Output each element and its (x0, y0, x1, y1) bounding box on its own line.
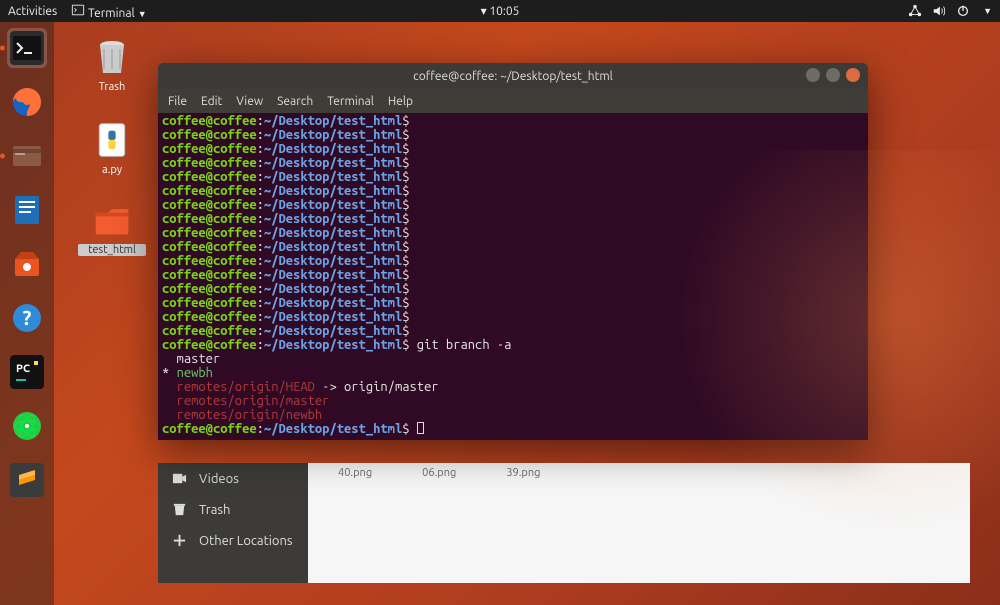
menu-search[interactable]: Search (277, 95, 313, 108)
file-label[interactable]: 06.png (422, 467, 456, 479)
terminal-icon (71, 3, 85, 17)
menu-terminal[interactable]: Terminal (327, 95, 374, 108)
desktop-test-html[interactable]: test_html (78, 198, 146, 256)
clock[interactable]: ▾ 10:05 (481, 4, 520, 18)
activities-button[interactable]: Activities (8, 5, 57, 18)
window-close-button[interactable] (846, 68, 860, 82)
menu-help[interactable]: Help (388, 95, 413, 108)
terminal-menubar: File Edit View Search Terminal Help (158, 89, 868, 113)
dock-firefox[interactable] (7, 82, 47, 122)
window-maximize-button[interactable] (826, 68, 840, 82)
dock-pycharm[interactable]: PC (7, 352, 47, 392)
dock: ? PC (0, 22, 54, 605)
top-bar: Activities Terminal▼ ▾ 10:05 ▼ (0, 0, 1000, 22)
terminal-window: coffee@coffee: ~/Desktop/test_html File … (158, 63, 868, 440)
app-menu[interactable]: Terminal▼ (71, 3, 146, 20)
dock-sublime[interactable] (7, 460, 47, 500)
dock-terminal[interactable] (7, 28, 47, 68)
files-sidebar: Videos Trash Other Locations (158, 463, 308, 583)
window-titlebar[interactable]: coffee@coffee: ~/Desktop/test_html (158, 63, 868, 89)
menu-edit[interactable]: Edit (201, 95, 222, 108)
desktop-icon-label: test_html (78, 244, 146, 256)
desktop-apy[interactable]: a.py (78, 118, 146, 176)
file-label[interactable]: 39.png (506, 467, 540, 479)
menu-view[interactable]: View (236, 95, 263, 108)
dock-software[interactable] (7, 244, 47, 284)
desktop-icon-label: Trash (78, 81, 146, 93)
menu-file[interactable]: File (168, 95, 187, 108)
window-title: coffee@coffee: ~/Desktop/test_html (413, 70, 613, 83)
plus-icon (172, 533, 187, 548)
svg-text:PC: PC (16, 363, 30, 375)
svg-text:?: ? (23, 306, 32, 329)
chevron-down-icon: ▼ (983, 6, 992, 16)
video-icon (172, 471, 187, 486)
volume-icon[interactable] (932, 4, 946, 18)
sidebar-item-label: Trash (199, 503, 230, 517)
window-minimize-button[interactable] (806, 68, 820, 82)
power-icon[interactable] (956, 4, 970, 18)
sidebar-item-label: Videos (199, 472, 239, 486)
sidebar-item-videos[interactable]: Videos (158, 463, 308, 494)
dock-files[interactable] (7, 136, 47, 176)
desktop-icon-label: a.py (78, 164, 146, 176)
sidebar-item-other[interactable]: Other Locations (158, 525, 308, 556)
terminal-body[interactable]: coffee@coffee:~/Desktop/test_html$ coffe… (158, 113, 868, 440)
trash-icon (172, 502, 187, 517)
network-icon[interactable] (908, 4, 922, 18)
desktop-trash[interactable]: Trash (78, 35, 146, 93)
python-file-icon (90, 118, 134, 162)
dock-atom[interactable] (7, 406, 47, 446)
files-body[interactable]: 40.png 06.png 39.png (308, 463, 970, 583)
chevron-down-icon: ▼ (138, 9, 147, 19)
sidebar-item-trash[interactable]: Trash (158, 494, 308, 525)
file-label[interactable]: 40.png (338, 467, 372, 479)
sidebar-item-label: Other Locations (199, 534, 293, 548)
folder-icon (90, 198, 134, 242)
dock-writer[interactable] (7, 190, 47, 230)
trash-icon (90, 35, 134, 79)
dock-help[interactable]: ? (7, 298, 47, 338)
